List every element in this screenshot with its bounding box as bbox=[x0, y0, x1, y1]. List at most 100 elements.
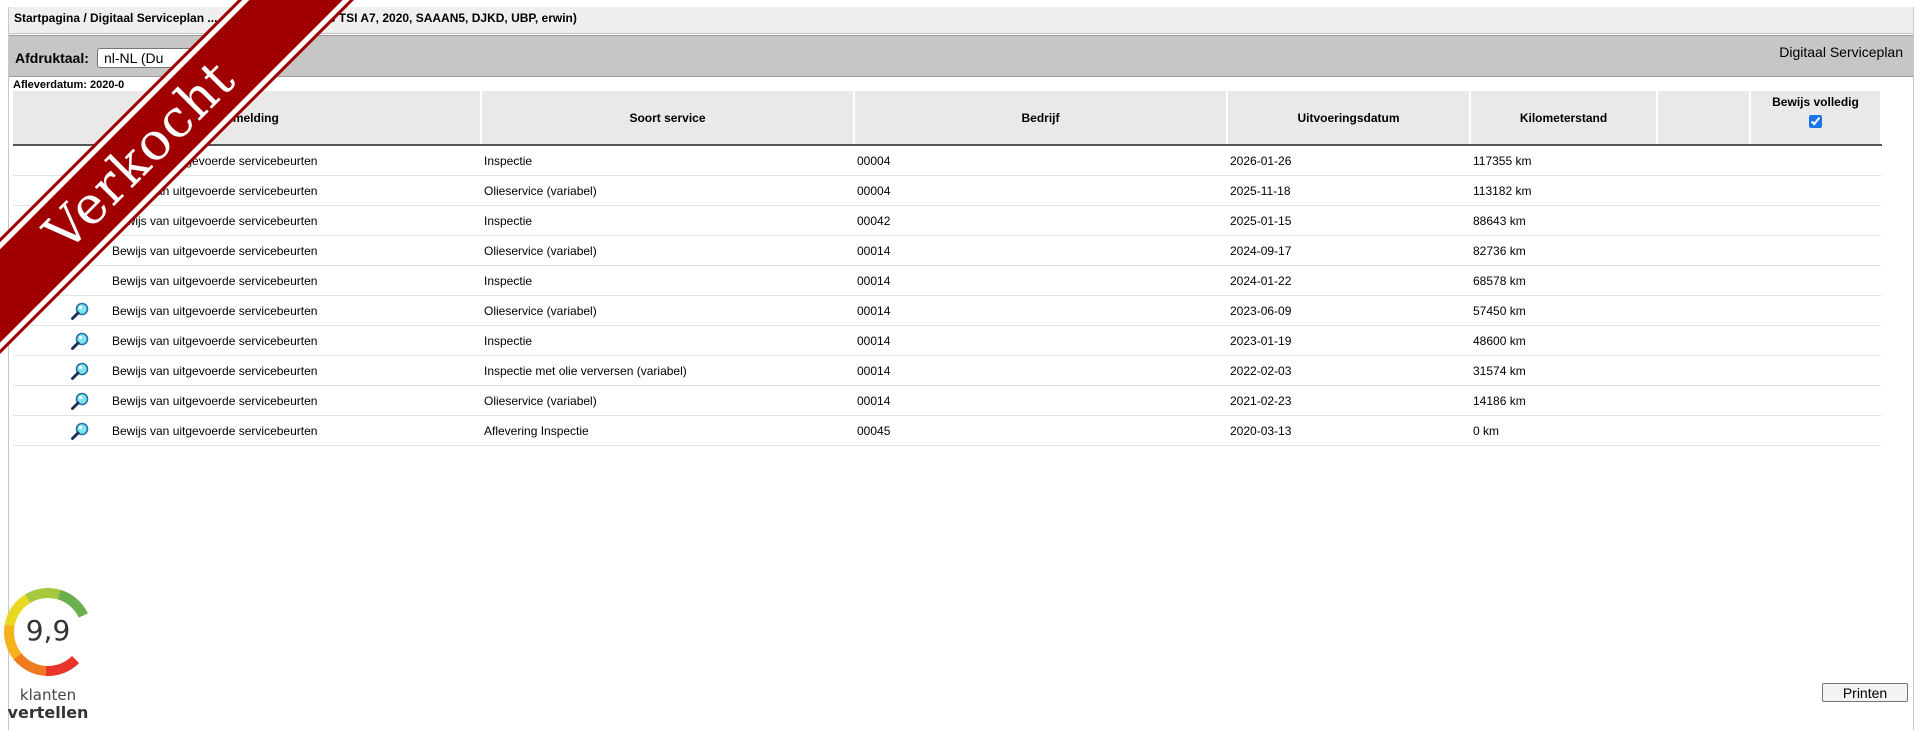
cell-bewijs bbox=[1750, 355, 1881, 386]
cell-kilometerstand: 0 km bbox=[1470, 415, 1657, 446]
table-row: Bewijs van uitgevoerde servicebeurten Oli… bbox=[13, 175, 1881, 206]
cell-bewijs bbox=[1750, 385, 1881, 416]
rating-widget[interactable]: 9,9 klanten vertellen bbox=[0, 584, 96, 730]
cell-kilometerstand: 68578 km bbox=[1470, 265, 1657, 296]
cell-bewijs bbox=[1750, 415, 1881, 446]
bewijs-volledig-label: Bewijs volledig bbox=[1772, 95, 1859, 109]
cell-kilometerstand: 48600 km bbox=[1470, 325, 1657, 356]
cell-uitvoeringsdatum: 2023-06-09 bbox=[1227, 295, 1470, 326]
row-icon-cell bbox=[13, 415, 109, 446]
print-language-label: Afdruktaal: bbox=[15, 50, 89, 66]
cell-soort-service: Inspectie bbox=[481, 325, 854, 356]
rating-word-klanten: klanten bbox=[19, 686, 77, 704]
cell-kilometerstand: 82736 km bbox=[1470, 235, 1657, 266]
cell-kilometerstand: 117355 km bbox=[1470, 145, 1657, 176]
cell-uitvoeringsdatum: 2025-11-18 bbox=[1227, 175, 1470, 206]
cell-vermelding: Bewijs van uitgevoerde servicebeurten bbox=[109, 205, 481, 236]
cell-bedrijf: 00014 bbox=[854, 265, 1227, 296]
cell-empty bbox=[1657, 355, 1750, 386]
bewijs-volledig-checkbox[interactable] bbox=[1809, 115, 1822, 128]
cell-kilometerstand: 31574 km bbox=[1470, 355, 1657, 386]
cell-bewijs bbox=[1750, 175, 1881, 206]
page-heading: Digitaal Serviceplan bbox=[1779, 44, 1903, 60]
cell-kilometerstand: 57450 km bbox=[1470, 295, 1657, 326]
cell-bewijs bbox=[1750, 295, 1881, 326]
cell-vermelding: Bewijs van uitgevoerde servicebeurten bbox=[109, 415, 481, 446]
table-row: Bewijs van uitgevoerde servicebeurten Oli… bbox=[13, 385, 1881, 416]
cell-bedrijf: 00014 bbox=[854, 385, 1227, 416]
cell-empty bbox=[1657, 415, 1750, 446]
cell-vermelding: Bewijs van uitgevoerde servicebeurten bbox=[109, 265, 481, 296]
cell-soort-service: Olieservice (variabel) bbox=[481, 385, 854, 416]
row-icon-cell bbox=[13, 325, 109, 356]
column-header-bedrijf: Bedrijf bbox=[854, 91, 1228, 146]
magnifier-icon[interactable] bbox=[70, 391, 90, 411]
cell-empty bbox=[1657, 175, 1750, 206]
table-row: Bewijs van uitgevoerde servicebeurten Ins… bbox=[13, 145, 1881, 176]
cell-empty bbox=[1657, 235, 1750, 266]
cell-bewijs bbox=[1750, 265, 1881, 296]
cell-empty bbox=[1657, 385, 1750, 416]
table-row: Bewijs van uitgevoerde servicebeurten Oli… bbox=[13, 235, 1881, 266]
cell-bedrijf: 00042 bbox=[854, 205, 1227, 236]
cell-empty bbox=[1657, 265, 1750, 296]
cell-soort-service: Inspectie bbox=[481, 205, 854, 236]
print-button[interactable]: Printen bbox=[1822, 683, 1908, 702]
table-row: Bewijs van uitgevoerde servicebeurten Ins… bbox=[13, 325, 1881, 356]
table-row: Bewijs van uitgevoerde servicebeurten Ins… bbox=[13, 265, 1881, 296]
cell-empty bbox=[1657, 325, 1750, 356]
cell-uitvoeringsdatum: 2022-02-03 bbox=[1227, 355, 1470, 386]
cell-vermelding: Bewijs van uitgevoerde servicebeurten bbox=[109, 385, 481, 416]
cell-bewijs bbox=[1750, 145, 1881, 176]
magnifier-icon[interactable] bbox=[70, 331, 90, 351]
cell-bewijs bbox=[1750, 205, 1881, 236]
column-header-empty bbox=[1657, 91, 1751, 146]
cell-bedrijf: 00004 bbox=[854, 175, 1227, 206]
service-plan-window: Startpagina / Digitaal Serviceplan ... ,… bbox=[8, 7, 1914, 730]
column-header-uitvoeringsdatum: Uitvoeringsdatum bbox=[1227, 91, 1471, 146]
column-header-kilometerstand: Kilometerstand bbox=[1470, 91, 1658, 146]
cell-uitvoeringsdatum: 2020-03-13 bbox=[1227, 415, 1470, 446]
cell-uitvoeringsdatum: 2025-01-15 bbox=[1227, 205, 1470, 236]
cell-empty bbox=[1657, 295, 1750, 326]
cell-bedrijf: 00014 bbox=[854, 235, 1227, 266]
cell-uitvoeringsdatum: 2024-01-22 bbox=[1227, 265, 1470, 296]
table-header-row: Vermelding Soort service Bedrijf Uitvoer… bbox=[13, 91, 1882, 146]
cell-soort-service: Olieservice (variabel) bbox=[481, 295, 854, 326]
cell-uitvoeringsdatum: 2021-02-23 bbox=[1227, 385, 1470, 416]
cell-bedrijf: 00045 bbox=[854, 415, 1227, 446]
cell-soort-service: Inspectie bbox=[481, 265, 854, 296]
table-row: Bewijs van uitgevoerde servicebeurten Ins… bbox=[13, 355, 1881, 386]
rating-word-vertellen: vertellen bbox=[7, 703, 89, 722]
column-header-bewijs-volledig: Bewijs volledig bbox=[1750, 91, 1882, 146]
cell-kilometerstand: 113182 km bbox=[1470, 175, 1657, 206]
magnifier-icon[interactable] bbox=[70, 301, 90, 321]
service-history-table: Vermelding Soort service Bedrijf Uitvoer… bbox=[13, 91, 1882, 446]
rating-ring-segment bbox=[24, 588, 61, 604]
cell-kilometerstand: 14186 km bbox=[1470, 385, 1657, 416]
cell-bewijs bbox=[1750, 325, 1881, 356]
magnifier-icon[interactable] bbox=[70, 421, 90, 441]
cell-uitvoeringsdatum: 2024-09-17 bbox=[1227, 235, 1470, 266]
cell-soort-service: Olieservice (variabel) bbox=[481, 235, 854, 266]
row-icon-cell bbox=[13, 355, 109, 386]
cell-soort-service: Inspectie met olie verversen (variabel) bbox=[481, 355, 854, 386]
cell-kilometerstand: 88643 km bbox=[1470, 205, 1657, 236]
column-header-soort-service: Soort service bbox=[481, 91, 855, 146]
cell-uitvoeringsdatum: 2026-01-26 bbox=[1227, 145, 1470, 176]
cell-empty bbox=[1657, 205, 1750, 236]
cell-bewijs bbox=[1750, 235, 1881, 266]
table-row: Bewijs van uitgevoerde servicebeurten Oli… bbox=[13, 295, 1881, 326]
cell-soort-service: Aflevering Inspectie bbox=[481, 415, 854, 446]
cell-soort-service: Inspectie bbox=[481, 145, 854, 176]
cell-soort-service: Olieservice (variabel) bbox=[481, 175, 854, 206]
magnifier-icon[interactable] bbox=[70, 361, 90, 381]
delivery-date: Afleverdatum: 2020-0 bbox=[13, 79, 125, 91]
cell-vermelding: Bewijs van uitgevoerde servicebeurten bbox=[109, 235, 481, 266]
cell-vermelding: Bewijs van uitgevoerde servicebeurten bbox=[109, 295, 481, 326]
table-row: Bewijs van uitgevoerde servicebeurten Ins… bbox=[13, 205, 1881, 236]
cell-bedrijf: 00014 bbox=[854, 355, 1227, 386]
cell-vermelding: Bewijs van uitgevoerde servicebeurten bbox=[109, 325, 481, 356]
cell-bedrijf: 00014 bbox=[854, 325, 1227, 356]
cell-bedrijf: 00014 bbox=[854, 295, 1227, 326]
